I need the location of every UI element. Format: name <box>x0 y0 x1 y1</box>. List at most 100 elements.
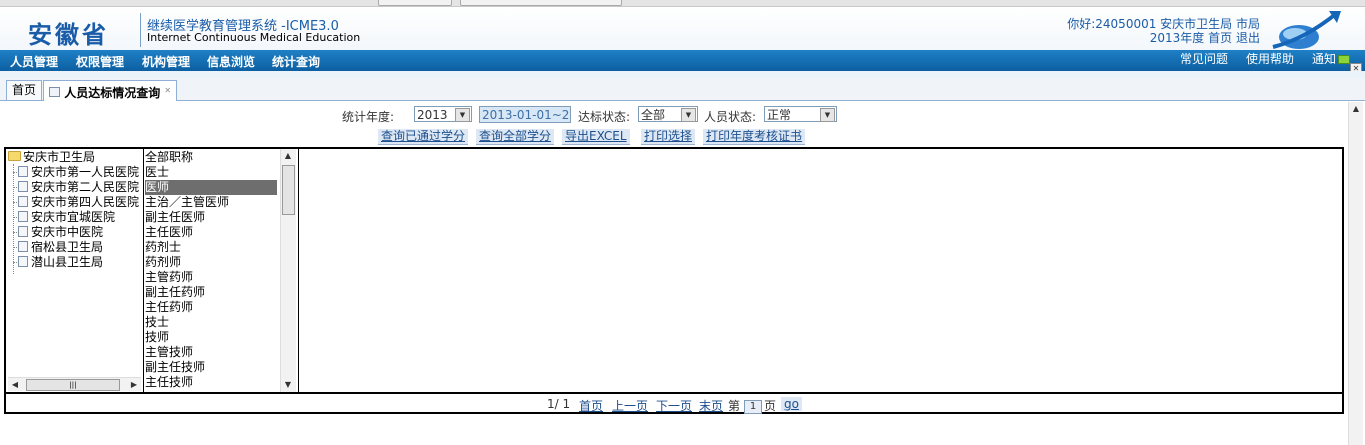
pager-info: 1/ 1 <box>547 397 571 411</box>
scroll-left-icon[interactable]: ◀ <box>8 378 22 392</box>
org-tree: 安庆市卫生局 安庆市第一人民医院 安庆市第二人民医院 安庆市第四人民医院 安庆市… <box>6 149 144 392</box>
title-list-item[interactable]: 技师 <box>145 330 277 345</box>
title-list-item[interactable]: 主任技师 <box>145 375 277 390</box>
user-links: 2013年度 首页 退出 <box>1150 29 1260 46</box>
browser-top-strip <box>0 0 1365 7</box>
mail-icon <box>1338 55 1350 64</box>
tab-close-icon[interactable]: ✕ <box>164 86 171 95</box>
title-list-item[interactable]: 全部职称 <box>145 150 277 165</box>
print-certificate-button[interactable]: 打印年度考核证书 <box>703 129 806 145</box>
title-list-item[interactable]: 副主任药师 <box>145 285 277 300</box>
scroll-down-icon[interactable]: ▼ <box>281 378 295 392</box>
page-icon <box>18 181 28 192</box>
title-list-item[interactable]: 主管药师 <box>145 270 277 285</box>
toolbar-control[interactable] <box>460 0 622 6</box>
export-excel-button[interactable]: 导出EXCEL <box>562 129 630 145</box>
tree-node[interactable]: 安庆市宜城医院 <box>18 210 115 225</box>
folder-icon <box>8 151 21 161</box>
person-status-value: 正常 <box>767 108 792 122</box>
status-select[interactable]: 全部 ▼ <box>638 106 698 122</box>
nav-item-permissions[interactable]: 权限管理 <box>76 53 124 70</box>
result-area <box>299 149 1342 392</box>
scroll-thumb[interactable] <box>282 165 295 215</box>
pager-go-wrap: go <box>781 397 802 411</box>
person-status-select[interactable]: 正常 ▼ <box>764 106 837 122</box>
province-logo: 安徽省 <box>28 20 109 49</box>
title-list-item[interactable]: 药剂师 <box>145 255 277 270</box>
title-list-item[interactable]: 医师 <box>145 180 277 195</box>
nav-notice[interactable]: 通知 <box>1312 50 1336 67</box>
pager-first[interactable]: 首页 <box>579 397 603 414</box>
page-vertical-scrollbar[interactable]: ▲ <box>1348 102 1363 445</box>
title-list-scrollbar[interactable]: ▲ ▼ <box>280 149 296 392</box>
nav-faq[interactable]: 常见问题 <box>1180 50 1228 67</box>
title-list-item[interactable]: 主任医师 <box>145 225 277 240</box>
date-range-input[interactable]: 2013-01-01~201 <box>479 106 571 123</box>
title-list-item[interactable]: 主治／主管医师 <box>145 195 277 210</box>
tree-node-label: 安庆市第二人民医院 <box>31 180 140 194</box>
title-list-item[interactable]: 药剂士 <box>145 240 277 255</box>
title-list-item[interactable]: 副主任技师 <box>145 360 277 375</box>
page-number-input[interactable]: 1 <box>744 400 762 414</box>
title-list-item[interactable]: 医士 <box>145 165 277 180</box>
pager: 1/ 1 首页 上一页 下一页 末页 第 1 页 go <box>4 394 1344 414</box>
print-selected-button[interactable]: 打印选择 <box>641 129 696 145</box>
page-icon <box>18 166 28 177</box>
year-select-value: 2013 <box>417 108 448 122</box>
scroll-up-icon[interactable]: ▲ <box>281 149 295 163</box>
nav-subbar <box>0 71 1365 78</box>
scroll-right-icon[interactable]: ▶ <box>127 378 141 392</box>
pager-next[interactable]: 下一页 <box>656 397 692 414</box>
nav-help[interactable]: 使用帮助 <box>1246 50 1294 67</box>
status-filter-label: 达标状态: <box>578 110 631 124</box>
go-button[interactable]: go <box>781 397 802 411</box>
logout-link[interactable]: 退出 <box>1236 31 1260 45</box>
status-select-value: 全部 <box>641 108 666 122</box>
nav-item-people[interactable]: 人员管理 <box>10 53 58 70</box>
tab-label: 人员达标情况查询 <box>64 86 161 100</box>
scroll-up-icon[interactable]: ▲ <box>1349 102 1363 116</box>
tree-node[interactable]: 安庆市第二人民医院 <box>18 180 139 195</box>
pager-page-suffix: 页 <box>764 399 777 413</box>
title-list-item[interactable]: 副主任医师 <box>145 210 277 225</box>
pager-prev[interactable]: 上一页 <box>612 397 648 414</box>
tab-person-status-query[interactable]: 人员达标情况查询 ✕ <box>43 80 178 101</box>
tree-root[interactable]: 安庆市卫生局 <box>8 150 95 165</box>
person-status-label: 人员状态: <box>704 110 757 124</box>
tree-node[interactable]: 潜山县卫生局 <box>18 255 103 270</box>
tree-node[interactable]: 宿松县卫生局 <box>18 240 103 255</box>
query-passed-button[interactable]: 查询已通过学分 <box>378 129 469 145</box>
query-all-button[interactable]: 查询全部学分 <box>476 129 555 145</box>
chevron-down-icon: ▼ <box>820 108 835 122</box>
home-link[interactable]: 首页 <box>1208 31 1232 45</box>
tree-horizontal-scrollbar[interactable]: ◀ ||| ▶ <box>8 377 141 391</box>
tree-node[interactable]: 安庆市中医院 <box>18 225 103 240</box>
nav-item-info[interactable]: 信息浏览 <box>207 53 255 70</box>
page-icon <box>18 196 28 207</box>
globe-logo-icon <box>1272 11 1341 49</box>
pager-last[interactable]: 末页 <box>699 397 723 414</box>
title-list-item[interactable]: 主任药师 <box>145 300 277 315</box>
tab-home[interactable]: 首页 <box>6 80 43 100</box>
title-list: 全部职称 医士 医师 主治／主管医师 副主任医师 主任医师 药剂士 药剂师 主管药师 副主任药师主… <box>143 149 299 392</box>
tree-node[interactable]: 安庆市第四人民医院 <box>18 195 139 210</box>
tree-root-label: 安庆市卫生局 <box>23 150 96 164</box>
system-title-en: Internet Continuous Medical Education <box>147 31 361 44</box>
nav-item-institutions[interactable]: 机构管理 <box>142 53 190 70</box>
tree-node-label: 安庆市第四人民医院 <box>31 195 140 209</box>
toolbar-control[interactable] <box>378 0 452 6</box>
year-filter-label: 统计年度: <box>342 110 395 124</box>
tree-node-label: 安庆市宜城医院 <box>31 210 116 224</box>
title-list-item[interactable]: 技士 <box>145 315 277 330</box>
page-icon <box>18 226 28 237</box>
scroll-thumb[interactable]: ||| <box>26 379 120 391</box>
page-icon <box>18 241 28 252</box>
main-nav: 人员管理 权限管理 机构管理 信息浏览 统计查询 常见问题 使用帮助 通知 ✕ <box>0 50 1365 74</box>
year-select[interactable]: 2013 ▼ <box>414 106 472 122</box>
title-list-item[interactable]: 主管技师 <box>145 345 277 360</box>
page-icon <box>18 256 28 267</box>
tree-node[interactable]: 安庆市第一人民医院 <box>18 165 139 180</box>
pager-page-input-wrap: 1 <box>744 397 762 414</box>
tree-connector <box>13 164 15 274</box>
nav-item-statistics[interactable]: 统计查询 <box>272 53 320 70</box>
